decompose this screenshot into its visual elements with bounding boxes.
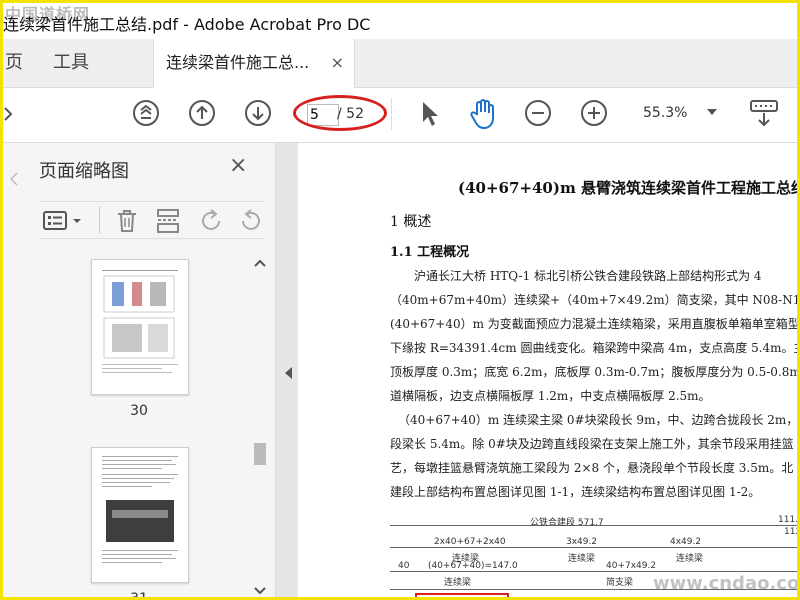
figure-label: 连续梁: [676, 554, 704, 564]
zoom-dropdown[interactable]: 55.3%: [643, 100, 723, 126]
tab-home[interactable]: 页: [5, 39, 23, 87]
rotate-left-icon[interactable]: [199, 208, 225, 234]
next-page-button[interactable]: [245, 100, 271, 126]
pdf-page: (40+67+40)m 悬臂浇筑连续梁首件工程施工总结 1 概述 1.1 工程概…: [298, 143, 798, 597]
figure-label: 公铁合建段 571.7: [530, 518, 604, 528]
tab-tools[interactable]: 工具: [53, 39, 89, 87]
panel-toolbar: [39, 201, 263, 239]
collapse-panel-icon[interactable]: [285, 367, 292, 379]
figure-label: 112: [784, 527, 797, 537]
chevron-down-icon: [707, 109, 717, 115]
toolbar-divider: [391, 98, 392, 130]
zoom-out-button[interactable]: [525, 100, 551, 126]
watermark-url: www.cndao.com: [653, 573, 800, 594]
panel-edge-icon: [9, 172, 18, 186]
zoom-in-button[interactable]: [581, 100, 607, 126]
page-preview-image: [102, 270, 178, 373]
thumbnail-list: 30 31: [3, 255, 249, 600]
section-heading: 1 概述: [390, 214, 432, 230]
close-tab-icon[interactable]: ×: [331, 39, 344, 87]
first-page-button[interactable]: [133, 100, 159, 126]
paragraph-line: 道横隔板，边支点横隔板厚 1.2m，中支点横隔板厚 2.5m。: [390, 389, 711, 403]
figure-label: 40+7x49.2: [606, 561, 657, 571]
panel-title: 页面缩略图: [39, 161, 129, 182]
thumbnail-options-icon[interactable]: [43, 210, 85, 232]
paragraph-line: 下缘按 R=34391.4cm 圆曲线变化。箱梁跨中梁高 4m，支点高度 5.4…: [390, 341, 798, 355]
scrollbar-thumb[interactable]: [254, 443, 266, 465]
figure-label: 3x49.2: [566, 537, 598, 547]
scroll-up-icon[interactable]: [253, 257, 267, 269]
paragraph-line: 段梁长 5.4m。除 0#块及边跨直线段梁在支架上施工外，其余节段采用挂篮: [390, 437, 794, 451]
partial-left-icon: [4, 107, 13, 121]
page-preview-image: [102, 456, 178, 563]
dimension-line: [390, 547, 797, 548]
figure-label: 40: [398, 561, 410, 571]
highlight-annotation: [293, 95, 387, 131]
tab-document-label: 连续梁首件施工总...: [166, 53, 310, 72]
title-bar: 连续梁首件施工总结.pdf - Adobe Acrobat Pro DC 中国道…: [3, 3, 797, 39]
paragraph-line: 沪通长江大桥 HTQ-1 标北引桥公铁合建段铁路上部结构形式为 4: [414, 269, 762, 283]
figure-label: (40+67+40)=147.0: [428, 561, 518, 571]
panel-toolbar-divider: [99, 206, 100, 234]
hand-tool-icon[interactable]: [469, 98, 499, 130]
close-panel-icon[interactable]: ×: [229, 153, 247, 178]
thumbnail-scrollbar[interactable]: [251, 255, 269, 597]
highlight-box-annotation: [415, 593, 509, 597]
arrow-up-icon: [196, 105, 208, 119]
previous-page-button[interactable]: [189, 100, 215, 126]
toolbar: / 52 55.3%: [3, 88, 797, 143]
figure-label: 连续梁: [444, 578, 472, 588]
figure-label: 连续梁: [568, 554, 596, 564]
insert-page-icon[interactable]: [155, 208, 181, 234]
tab-document[interactable]: 连续梁首件施工总... ×: [153, 39, 355, 88]
figure-label: 2x40+67+2x40: [434, 537, 506, 547]
thumbnail-page-number: 31: [130, 591, 148, 600]
thumbnail-page[interactable]: [91, 259, 189, 395]
select-cursor-icon[interactable]: [419, 100, 441, 128]
thumbnail-panel: 页面缩略图 × 30 31: [3, 143, 276, 600]
minus-icon: [532, 112, 544, 114]
paragraph-line: 顶板厚度 0.3m；底宽 6.2m，底板厚 0.3m-0.7m；腹板厚度分为 0…: [390, 365, 798, 379]
thumbnail-page[interactable]: [91, 447, 189, 583]
document-area: (40+67+40)m 悬臂浇筑连续梁首件工程施工总结 1 概述 1.1 工程概…: [276, 143, 798, 597]
read-mode-icon[interactable]: [749, 98, 781, 130]
app-window: 连续梁首件施工总结.pdf - Adobe Acrobat Pro DC 中国道…: [0, 0, 800, 600]
plus-icon: [588, 107, 600, 119]
dimension-line: [390, 571, 797, 572]
trash-icon[interactable]: [115, 208, 139, 234]
rotate-right-icon[interactable]: [237, 208, 263, 234]
thumbnail-page-number: 30: [130, 403, 148, 419]
subsection-heading: 1.1 工程概况: [390, 245, 470, 260]
scroll-down-icon[interactable]: [253, 585, 267, 597]
first-page-icon: [140, 104, 152, 119]
document-title: (40+67+40)m 悬臂浇筑连续梁首件工程施工总结: [458, 179, 798, 197]
paragraph-line: 建段上部结构布置总图详见图 1-1，连续梁结构布置总图详见图 1-2。: [390, 485, 761, 499]
tab-bar: 页 工具 连续梁首件施工总... ×: [3, 39, 797, 88]
paragraph-line: (40+67+40）m 为变截面预应力混凝土连续箱梁，采用直腹板单箱单室箱型: [390, 317, 798, 331]
arrow-down-icon: [252, 107, 264, 121]
zoom-value: 55.3%: [643, 105, 688, 121]
figure-label: 简支梁: [606, 578, 634, 588]
watermark-logo: 中国道桥网: [5, 5, 91, 24]
paragraph-line: （40+67+40）m 连续梁主梁 0#块梁段长 9m，中、边跨合拢段长 2m，…: [398, 413, 798, 427]
paragraph-line: 艺，每墩挂篮悬臂浇筑施工梁段为 2×8 个，悬浇段单个节段长度 3.5m。北: [390, 461, 794, 475]
figure-label: 111.7: [778, 515, 798, 525]
figure-label: 4x49.2: [670, 537, 702, 547]
paragraph-line: （40m+67m+40m）连续梁+（40m+7×49.2m）简支梁，其中 N08…: [390, 293, 798, 307]
